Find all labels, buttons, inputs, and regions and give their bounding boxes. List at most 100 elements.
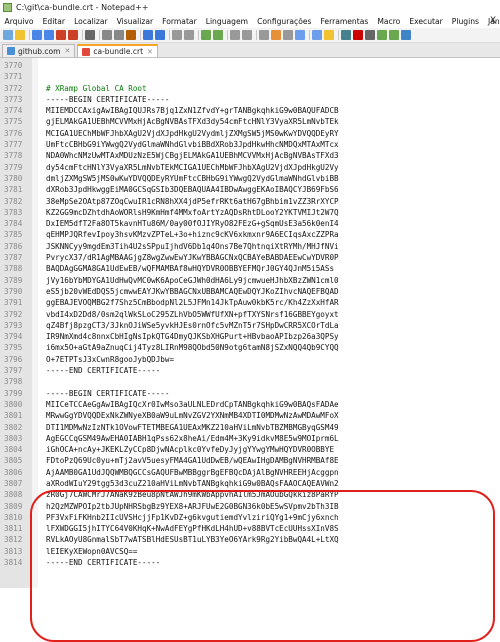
stop-icon[interactable] <box>365 30 375 40</box>
code-line: 3812RVLkAOyU8GnmalSbT7wATSBlHdESUsBT1uLY… <box>0 534 500 545</box>
close-document-x[interactable]: X <box>490 14 496 28</box>
line-text: NDA0WhcNMzUwMTAxMDUzNzE5WjCBgjELMAkGA1UE… <box>32 150 339 161</box>
sync-h-icon[interactable] <box>242 30 252 40</box>
line-number: 3783 <box>0 207 32 218</box>
toolbar-separator <box>169 30 170 40</box>
tab-label: github.com <box>18 47 60 56</box>
show-all-icon[interactable] <box>271 30 281 40</box>
line-number: 3792 <box>0 309 32 320</box>
paste-icon[interactable] <box>126 30 136 40</box>
copy-icon[interactable] <box>114 30 124 40</box>
code-line: 3797-----END CERTIFICATE----- <box>0 365 500 376</box>
function-list-icon[interactable] <box>312 30 322 40</box>
code-line: 3786JSKNNCyy9mgdEm3Tih4U2sSPpuIjhdV6Db1q… <box>0 241 500 252</box>
word-wrap-icon[interactable] <box>259 30 269 40</box>
line-text: BAQDAgGGMA8GA1UdEwEB/wQFMAMBAf8wHQYDVR0O… <box>32 263 334 274</box>
line-text: # XRamp Global CA Root <box>32 83 147 94</box>
indent-guide-icon[interactable] <box>283 30 293 40</box>
line-number: 3790 <box>0 286 32 297</box>
cut-icon[interactable] <box>102 30 112 40</box>
line-text: zR0Gj7CAWCMrJ7ANaK9zBeu8pNtAWJh9mKWbAppv… <box>32 489 339 500</box>
menu-item-visualizar[interactable]: Visualizar <box>112 17 158 26</box>
menu-item-macro[interactable]: Macro <box>373 17 405 26</box>
monitor-icon[interactable] <box>341 30 351 40</box>
toolbar-separator <box>29 30 30 40</box>
zoom-out-icon[interactable] <box>213 30 223 40</box>
record-icon[interactable] <box>353 30 363 40</box>
toolbar-separator <box>198 30 199 40</box>
save-icon[interactable] <box>32 30 42 40</box>
code-line: 3791ggEBAJEVOQMBG2f7Shz5CmBbodpNl2L5JFMn… <box>0 297 500 308</box>
line-number: 3773 <box>0 94 32 105</box>
zoom-in-icon[interactable] <box>201 30 211 40</box>
code-line: 3777UmFtcCBHbG9iYWwgQ2VydGlmaWNhdGlvbiBB… <box>0 139 500 150</box>
close-tab-icon[interactable]: ✕ <box>147 48 153 56</box>
save-macro-icon[interactable] <box>401 30 411 40</box>
code-line: 3774MIIEMDCCAxigAwIBAgIQUJRs7Bjq1ZxN1Zfv… <box>0 105 500 116</box>
code-line: 3776MCIGA1UEChMbWFJhbXAgU2VjdXJpdHkgU2Vy… <box>0 128 500 139</box>
line-number: 3803 <box>0 433 32 444</box>
menu-item-localizar[interactable]: Localizar <box>70 17 113 26</box>
close-all-icon[interactable] <box>68 30 78 40</box>
menu-item-arquivo[interactable]: Arquivo <box>0 17 38 26</box>
line-number: 3810 <box>0 512 32 523</box>
line-text: O+7ETPTsJ3xCwnR8gooJybQDJbw= <box>32 354 174 365</box>
code-line: 3784DxIEM5dfT2Fa8OT5kavnHTu86M/0ay00fOJI… <box>0 218 500 229</box>
open-file-icon[interactable] <box>15 30 25 40</box>
menu-item-formatar[interactable]: Formatar <box>158 17 202 26</box>
line-number: 3782 <box>0 196 32 207</box>
menu-item-plugins[interactable]: Plugins <box>447 17 483 26</box>
line-text <box>32 71 46 82</box>
editor-area[interactable]: 377037713772# XRamp Global CA Root3773--… <box>0 58 500 588</box>
line-text: eS5jb20vWEdDQS5jcmwwEAYJKwYBBAGCNxUBBAMC… <box>32 286 339 297</box>
title-bar: C:\git\ca-bundle.crt - Notepad++ <box>0 0 500 14</box>
line-text: qZ4Bfj8pzgCT3/3JknOJiWSe5yvkHJEs0rnOfc5v… <box>32 320 339 331</box>
menu-item-editar[interactable]: Editar <box>38 17 69 26</box>
folder-icon[interactable] <box>324 30 334 40</box>
code-line: 3806AjAAMB0GA1UdJQQWMBQGCCsGAQUFBwMBBggr… <box>0 467 500 478</box>
line-text: -----END CERTIFICATE----- <box>32 365 160 376</box>
tab-github-com[interactable]: github.com ✕ <box>2 44 75 57</box>
menu-item-configura-es[interactable]: Configurações <box>253 17 316 26</box>
sync-v-icon[interactable] <box>230 30 240 40</box>
menu-item-ferramentas[interactable]: Ferramentas <box>316 17 373 26</box>
new-file-icon[interactable] <box>3 30 13 40</box>
code-line: 3785qEHMPJQRfevIpoy3hsvKMzvZPTeL+3o+hizn… <box>0 229 500 240</box>
print-icon[interactable] <box>85 30 95 40</box>
line-number: 3772 <box>0 83 32 94</box>
code-line: 3789jVy16bYbMDYGA1UdHwQvMC0wK6ApoCeGJWh0… <box>0 275 500 286</box>
code-line: 3778NDA0WhcNMzUwMTAxMDUzNzE5WjCBgjELMAkG… <box>0 150 500 161</box>
toolbar-separator <box>256 30 257 40</box>
save-all-icon[interactable] <box>44 30 54 40</box>
code-line: 3790eS5jb20vWEdDQS5jcmwwEAYJKwYBBAGCNxUB… <box>0 286 500 297</box>
toolbar-separator <box>309 30 310 40</box>
play-multi-icon[interactable] <box>389 30 399 40</box>
line-number: 3785 <box>0 229 32 240</box>
menu-item-linguagem[interactable]: Linguagem <box>201 17 252 26</box>
code-line: 3803AgEGCCqGSM49AwEHA0IABH1qPss62x8heAi/… <box>0 433 500 444</box>
replace-icon[interactable] <box>184 30 194 40</box>
line-number: 3779 <box>0 162 32 173</box>
tab-ca-bundle-crt[interactable]: ca-bundle.crt✕ <box>77 44 158 57</box>
line-number: 3796 <box>0 354 32 365</box>
play-icon[interactable] <box>377 30 387 40</box>
code-line: 3780dmljZXMgSW5jMS0wKwYDVQQDEyRYUmFtcCBH… <box>0 173 500 184</box>
code-line: 3772# XRamp Global CA Root <box>0 83 500 94</box>
code-line: 3781dXRob3JpdHkwggEiMA0GCSqGSIb3DQEBAQUA… <box>0 184 500 195</box>
line-number: 3805 <box>0 455 32 466</box>
code-lines: 377037713772# XRamp Global CA Root3773--… <box>0 60 500 568</box>
line-text: lFXWDGGI5jhITYC64V0KHqK+NwAdFEYgPfHKdLH4… <box>32 523 339 534</box>
redo-icon[interactable] <box>155 30 165 40</box>
code-line: 3779dy54cmFtcHNlY3VyaXR5LmNvbTEkMCIGA1UE… <box>0 162 500 173</box>
find-icon[interactable] <box>172 30 182 40</box>
undo-icon[interactable] <box>143 30 153 40</box>
close-tab-icon[interactable]: ✕ <box>64 47 70 55</box>
close-icon[interactable] <box>56 30 66 40</box>
line-number: 3813 <box>0 546 32 557</box>
line-number: 3795 <box>0 342 32 353</box>
menu-item-executar[interactable]: Executar <box>405 17 447 26</box>
code-line: 3783KZ2GG9mcDZhtdhAoWORlsH9KmHmf4MMxfoAr… <box>0 207 500 218</box>
line-number: 3802 <box>0 422 32 433</box>
doc-map-icon[interactable] <box>295 30 305 40</box>
code-line: 3775gjELMAkGA1UEBhMCVVMxHjAcBgNVBAsTFXd3… <box>0 116 500 127</box>
